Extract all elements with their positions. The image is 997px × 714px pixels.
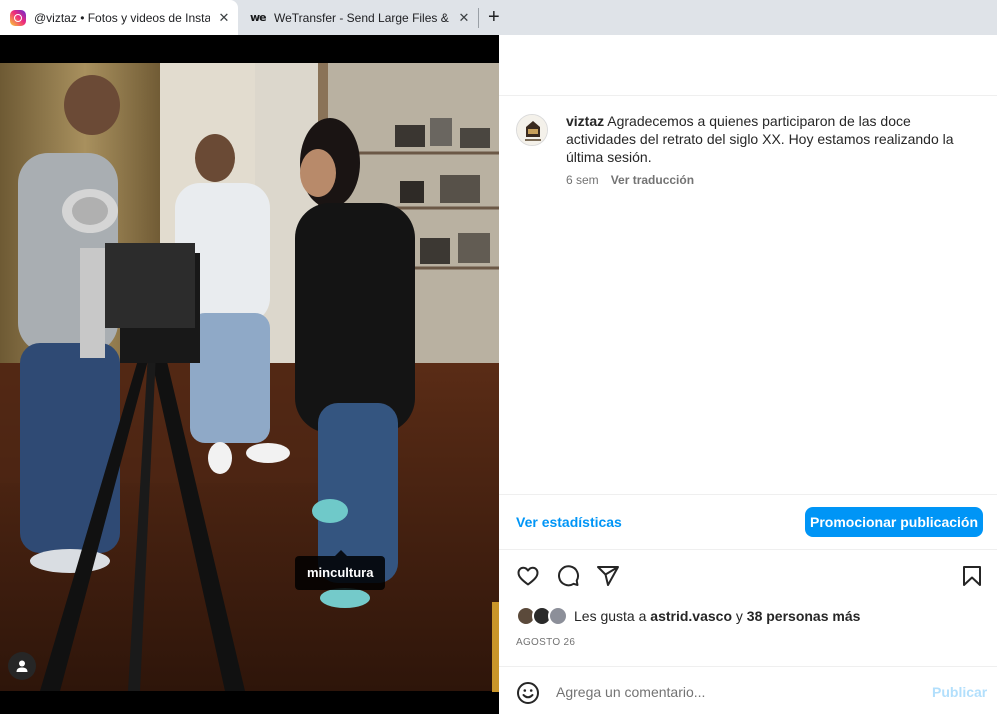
post-photo: [0, 63, 499, 691]
tab-wetransfer[interactable]: we WeTransfer - Send Large Files & S ✕: [240, 0, 478, 35]
caption-meta: 6 sem Ver traducción: [566, 173, 694, 187]
caption-text: Agradecemos a quienes participaron de la…: [566, 113, 954, 165]
post-media[interactable]: mincultura: [0, 35, 499, 714]
time-ago[interactable]: 6 sem: [566, 173, 599, 187]
photo-edge: [492, 602, 499, 692]
actions-divider: [499, 549, 997, 550]
heart-icon[interactable]: [516, 564, 540, 588]
stats-divider: [499, 494, 997, 495]
comment-box: Publicar: [499, 667, 997, 714]
browser-tab-strip: @viztaz • Fotos y videos de Insta ✕ we W…: [0, 0, 997, 35]
liker-avatars: [516, 605, 572, 627]
caption-username[interactable]: viztaz: [566, 113, 604, 129]
comment-input[interactable]: [556, 679, 916, 705]
liker-avatar: [548, 606, 568, 626]
person-icon: [16, 660, 28, 672]
tab-separator: [478, 8, 479, 28]
promote-post-button[interactable]: Promocionar publicación: [805, 507, 983, 537]
likes-others[interactable]: 38 personas más: [747, 608, 861, 624]
emoji-icon[interactable]: [516, 681, 540, 705]
post-caption: viztaz Agradecemos a quienes participaro…: [566, 112, 966, 166]
new-tab-button[interactable]: +: [488, 6, 508, 28]
tab-title: @viztaz • Fotos y videos de Insta: [34, 10, 210, 25]
likes-summary[interactable]: Les gusta a astrid.vasco y 38 personas m…: [516, 605, 860, 627]
likes-middle: y: [732, 608, 747, 624]
header-divider: [499, 95, 997, 96]
share-icon[interactable]: [596, 564, 620, 588]
liker-username[interactable]: astrid.vasco: [650, 608, 732, 624]
see-translation-link[interactable]: Ver traducción: [611, 173, 694, 187]
tab-title: WeTransfer - Send Large Files & S: [274, 10, 450, 25]
tab-instagram[interactable]: @viztaz • Fotos y videos de Insta ✕: [0, 0, 238, 35]
avatar-logo-icon: [517, 115, 547, 145]
publish-comment-button[interactable]: Publicar: [932, 684, 987, 700]
bookmark-icon[interactable]: [960, 564, 984, 588]
view-insights-link[interactable]: Ver estadísticas: [516, 514, 622, 530]
close-tab-icon[interactable]: ✕: [216, 10, 232, 26]
post-date[interactable]: AGOSTO 26: [516, 637, 575, 648]
instagram-icon: [10, 9, 26, 26]
user-tag-label[interactable]: mincultura: [295, 550, 386, 590]
post-details-panel: viztaz Agradecemos a quienes participaro…: [499, 35, 997, 714]
close-tab-icon[interactable]: ✕: [456, 10, 472, 26]
wetransfer-icon: we: [250, 10, 267, 24]
tagged-users-button[interactable]: [8, 652, 36, 680]
likes-prefix: Les gusta a: [574, 608, 651, 624]
comment-icon[interactable]: [556, 564, 580, 588]
avatar[interactable]: [516, 114, 548, 146]
